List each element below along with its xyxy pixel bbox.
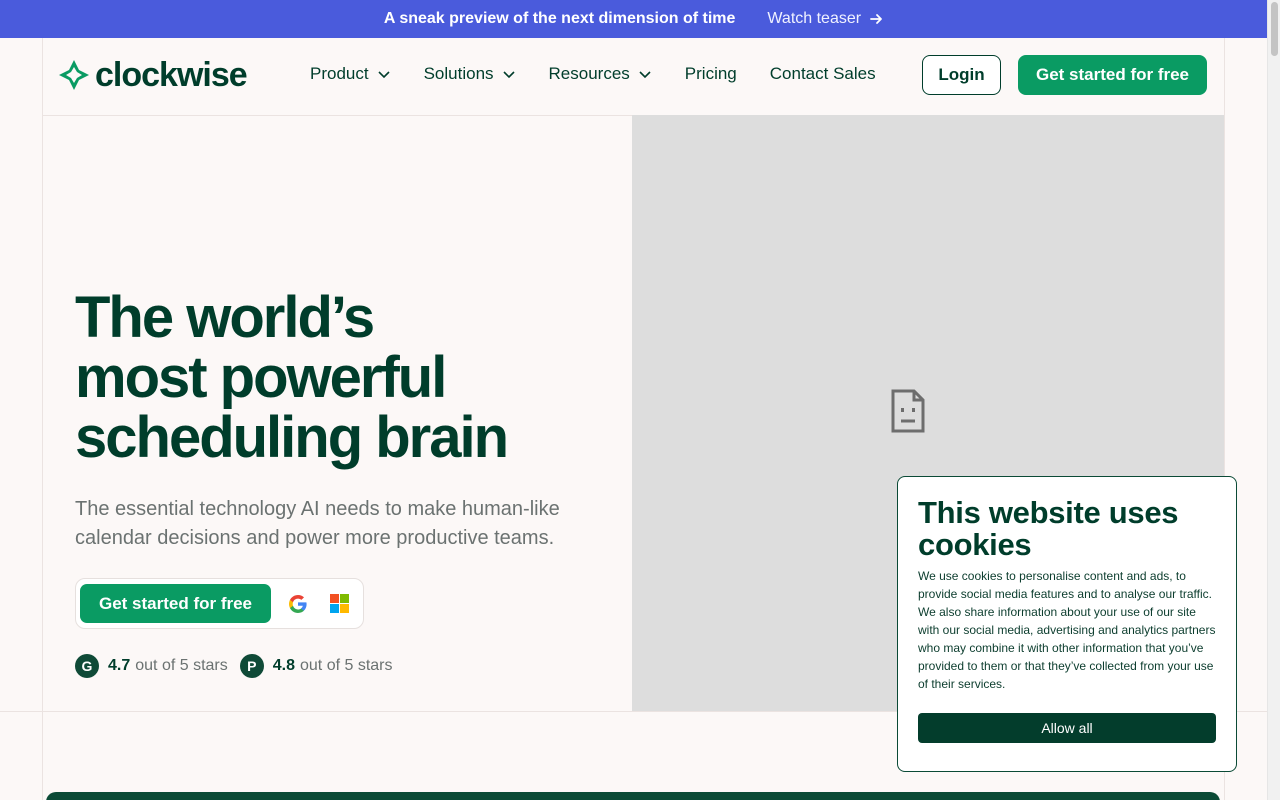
signup-options: Get started for free — [75, 578, 364, 629]
cookie-body: We use cookies to personalise content an… — [918, 569, 1216, 691]
rating-producthunt: P 4.8 out of 5 stars — [239, 654, 393, 678]
announcement-message: A sneak preview of the next dimension of… — [383, 10, 736, 27]
producthunt-icon: P — [239, 654, 264, 678]
clockwise-logo[interactable]: clockwise — [58, 56, 248, 94]
chevron-down-icon — [378, 71, 390, 79]
broken-document-icon — [891, 389, 925, 433]
nav-item-product[interactable]: Product — [310, 64, 391, 84]
arrow-right-icon — [870, 14, 882, 24]
nav-item-resources[interactable]: Resources — [549, 64, 652, 84]
nav-item-pricing[interactable]: Pricing — [685, 64, 737, 84]
cookie-consent-dialog: This website uses cookies We use cookies… — [897, 476, 1237, 772]
logo-wordmark: clockwise — [95, 56, 248, 94]
rating-g2: G 4.7 out of 5 stars — [75, 654, 228, 678]
hero-title: The world’s most powerful scheduling bra… — [75, 285, 509, 470]
scrollbar-thumb[interactable] — [1271, 2, 1278, 56]
google-icon[interactable] — [288, 594, 308, 614]
hero-title-line: most powerful — [75, 345, 447, 410]
nav-item-label: Resources — [548, 64, 630, 83]
ratings: G 4.7 out of 5 stars P 4.8 out of 5 star… — [75, 654, 405, 678]
rating-score: 4.7 — [108, 657, 131, 674]
allow-all-button[interactable]: Allow all — [918, 713, 1216, 743]
hero-get-started-button[interactable]: Get started for free — [80, 584, 271, 623]
nav-item-contact-sales[interactable]: Contact Sales — [770, 64, 876, 84]
rating-score: 4.8 — [272, 657, 295, 674]
rating-suffix: out of 5 stars — [300, 657, 393, 674]
main-menu: Product Solutions Resources Pricing Cont… — [310, 64, 909, 84]
nav-item-solutions[interactable]: Solutions — [424, 64, 516, 84]
chevron-down-icon — [639, 71, 651, 79]
nav-item-label: Contact Sales — [769, 64, 876, 83]
hero-title-line: The world’s — [75, 285, 375, 350]
nav-item-label: Product — [310, 64, 369, 83]
top-navigation: clockwise Product Solutions Resources Pr… — [43, 38, 1224, 115]
cookie-title: This website uses cookies — [918, 495, 1179, 562]
announcement-bar: A sneak preview of the next dimension of… — [0, 0, 1267, 38]
get-started-button[interactable]: Get started for free — [1018, 55, 1207, 95]
rating-suffix: out of 5 stars — [135, 657, 228, 674]
watch-teaser-link[interactable]: Watch teaser — [767, 10, 883, 28]
nav-item-label: Solutions — [423, 64, 494, 83]
hero-subtitle: The essential technology AI needs to mak… — [75, 498, 560, 549]
nav-item-label: Pricing — [684, 64, 737, 83]
login-button[interactable]: Login — [922, 55, 1001, 95]
hero-title-line: scheduling brain — [75, 405, 509, 470]
scrollbar[interactable] — [1267, 0, 1280, 800]
chevron-down-icon — [502, 71, 515, 79]
clockwise-logo-icon — [59, 60, 89, 90]
g2-icon: G — [75, 654, 99, 678]
watch-teaser-label: Watch teaser — [767, 10, 862, 27]
next-section-banner — [46, 792, 1220, 800]
microsoft-icon[interactable] — [330, 594, 349, 613]
grid-line — [42, 38, 43, 800]
